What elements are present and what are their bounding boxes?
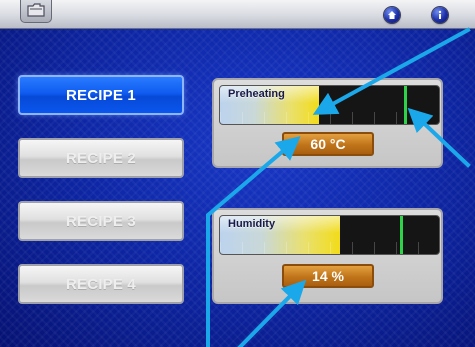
callout-arrow-bar-level [312, 27, 471, 115]
callout-arrow-preheat-value [206, 136, 301, 347]
hmi-screen: RECIPE 1 RECIPE 2 RECIPE 3 RECIPE 4 Preh… [0, 0, 475, 347]
callout-arrows [206, 27, 471, 347]
callout-arrow-humidity-value [237, 279, 307, 347]
callout-arrow-setpoint [407, 107, 471, 168]
